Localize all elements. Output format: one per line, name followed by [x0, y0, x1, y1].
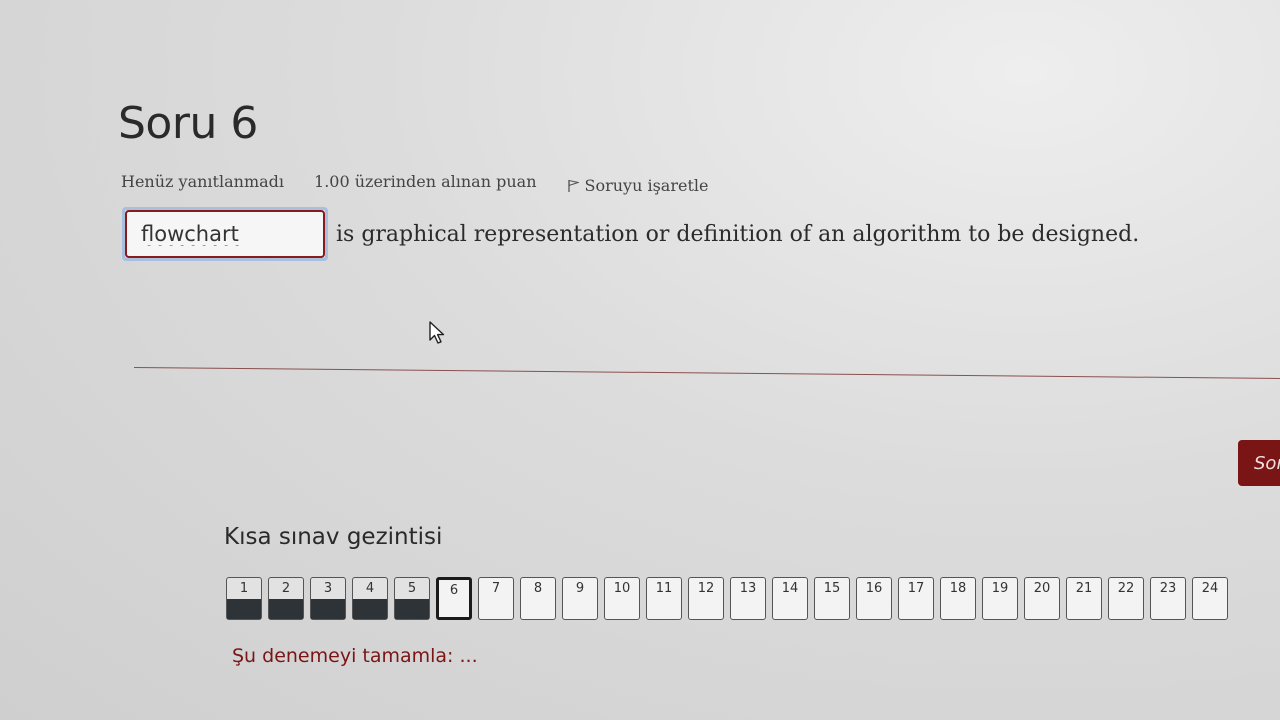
quiz-nav-button[interactable]: 17	[898, 577, 934, 620]
quiz-nav-number: 23	[1159, 581, 1177, 596]
quiz-navigation-grid: 1 2 3 4 5 6 7 8 9 10 11 12 13 14 15 16 17 18 19 20 21 22 23 24	[226, 577, 1228, 620]
quiz-nav-button[interactable]: 12	[688, 577, 724, 620]
mouse-pointer-icon	[429, 321, 445, 344]
quiz-navigation-title: Kısa sınav gezintisi	[224, 524, 443, 550]
next-page-button[interactable]: Sor	[1238, 440, 1280, 486]
quiz-nav-button[interactable]: 9	[562, 577, 598, 620]
quiz-nav-number: 9	[575, 581, 585, 596]
quiz-nav-number: 19	[991, 581, 1009, 596]
quiz-nav-number: 8	[533, 581, 543, 596]
quiz-nav-number: 22	[1117, 581, 1135, 596]
quiz-nav-number: 17	[907, 581, 925, 596]
section-divider	[133, 367, 1280, 380]
quiz-nav-button[interactable]: 24	[1192, 577, 1228, 620]
quiz-nav-button[interactable]: 19	[982, 577, 1018, 620]
quiz-nav-button[interactable]: 18	[940, 577, 976, 620]
question-info: Henüz yanıtlanmadı 1.00 üzerinden alınan…	[121, 168, 708, 195]
quiz-nav-number: 21	[1075, 581, 1093, 596]
quiz-nav-button[interactable]: 5	[394, 577, 430, 620]
answered-indicator	[311, 599, 345, 619]
quiz-nav-number: 24	[1201, 581, 1219, 596]
question-text: is graphical representation or definitio…	[336, 221, 1140, 247]
quiz-nav-number: 16	[865, 581, 883, 596]
next-page-label: Sor	[1254, 452, 1280, 474]
question-points: 1.00 üzerinden alınan puan	[314, 172, 537, 191]
answered-indicator	[227, 599, 261, 619]
quiz-nav-button[interactable]: 8	[520, 577, 556, 620]
quiz-nav-button[interactable]: 3	[310, 577, 346, 620]
quiz-nav-number: 20	[1033, 581, 1051, 596]
quiz-nav-button[interactable]: 7	[478, 577, 514, 620]
quiz-nav-button[interactable]: 1	[226, 577, 262, 620]
quiz-nav-number: 11	[655, 581, 673, 596]
quiz-nav-number: 10	[613, 581, 631, 596]
quiz-nav-button[interactable]: 16	[856, 577, 892, 620]
quiz-nav-button[interactable]: 23	[1150, 577, 1186, 620]
flag-icon	[567, 179, 579, 192]
answered-indicator	[353, 599, 387, 619]
quiz-nav-button[interactable]: 2	[268, 577, 304, 620]
quiz-nav-button[interactable]: 22	[1108, 577, 1144, 620]
flag-question-link[interactable]: Soruyu işaretle	[567, 176, 709, 195]
quiz-nav-number: 6	[449, 583, 459, 598]
flag-question-label: Soruyu işaretle	[584, 176, 709, 195]
quiz-page: Soru 6 Henüz yanıtlanmadı 1.00 üzerinden…	[0, 0, 1280, 720]
quiz-nav-number: 14	[781, 581, 799, 596]
question-body: is graphical representation or definitio…	[122, 207, 1242, 261]
answer-focus-ring	[122, 207, 328, 261]
quiz-nav-number: 13	[739, 581, 757, 596]
quiz-nav-button[interactable]: 13	[730, 577, 766, 620]
question-status: Henüz yanıtlanmadı	[121, 172, 285, 191]
quiz-nav-button[interactable]: 15	[814, 577, 850, 620]
quiz-nav-number: 18	[949, 581, 967, 596]
quiz-nav-button[interactable]: 10	[604, 577, 640, 620]
quiz-nav-button[interactable]: 6	[436, 577, 472, 620]
quiz-nav-button[interactable]: 11	[646, 577, 682, 620]
finish-attempt-link[interactable]: Şu denemeyi tamamla: ...	[232, 645, 478, 667]
quiz-nav-button[interactable]: 21	[1066, 577, 1102, 620]
answer-input[interactable]	[125, 210, 325, 258]
answered-indicator	[395, 599, 429, 619]
quiz-nav-number: 7	[491, 581, 501, 596]
quiz-nav-button[interactable]: 20	[1024, 577, 1060, 620]
quiz-nav-button[interactable]: 4	[352, 577, 388, 620]
quiz-nav-number: 12	[697, 581, 715, 596]
question-title: Soru 6	[118, 98, 258, 149]
answered-indicator	[269, 599, 303, 619]
quiz-nav-button[interactable]: 14	[772, 577, 808, 620]
quiz-nav-number: 15	[823, 581, 841, 596]
